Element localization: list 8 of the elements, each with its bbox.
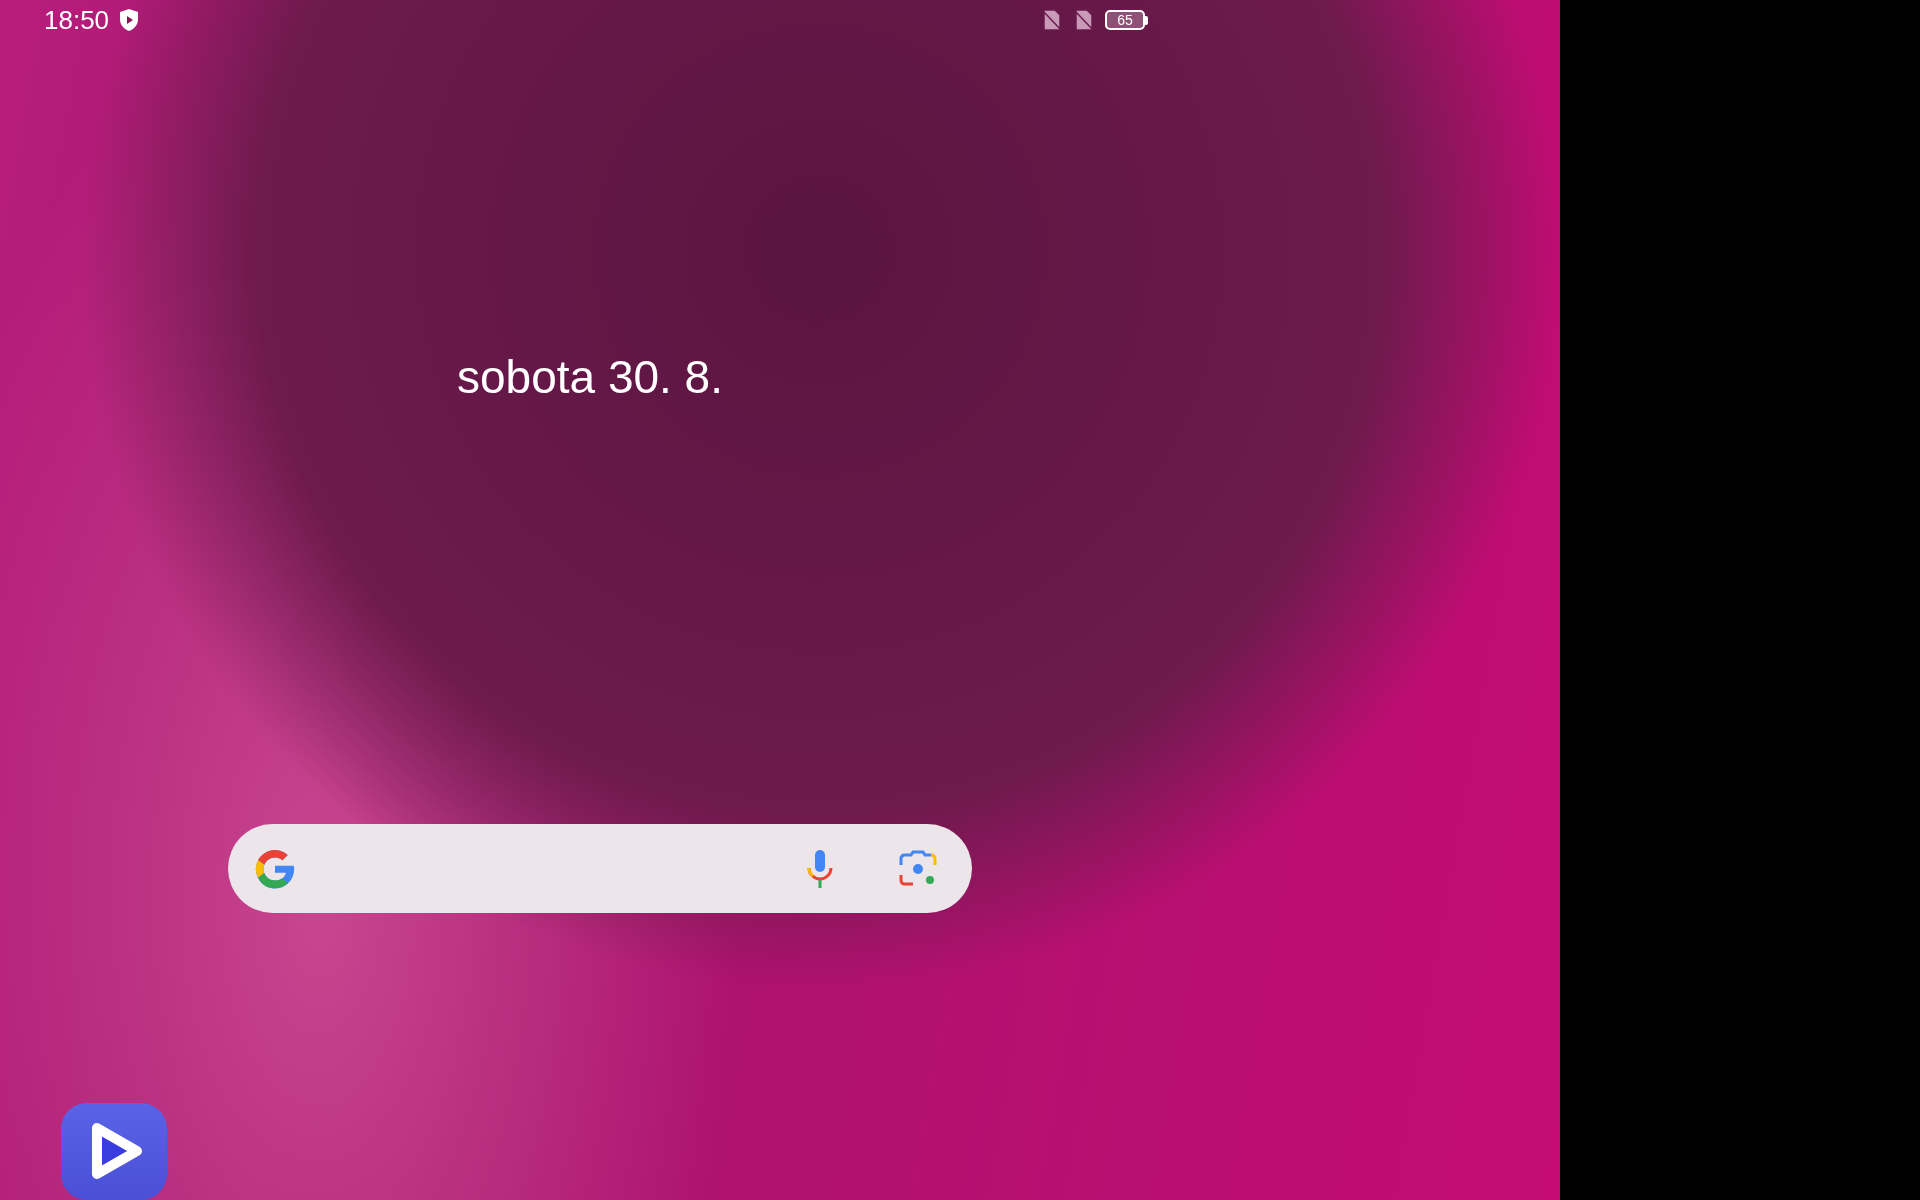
- shield-icon: [119, 8, 140, 33]
- battery-indicator: 65: [1105, 10, 1145, 31]
- no-sim-icon: [1073, 9, 1095, 32]
- clock-time: 18:50: [44, 4, 110, 36]
- date-text: sobota 30. 8.: [457, 350, 724, 405]
- camera-lens-icon: [898, 848, 938, 889]
- app-icon[interactable]: [61, 1102, 167, 1200]
- no-sim-icon: [1041, 9, 1063, 32]
